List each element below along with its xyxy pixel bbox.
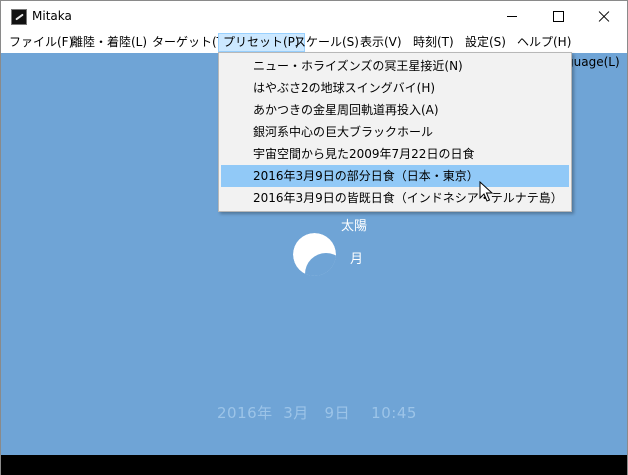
title-bar[interactable]: Mitaka	[1, 1, 627, 32]
preset-new-horizons-pluto[interactable]: ニュー・ホライズンズの冥王星接近(N)	[221, 55, 569, 77]
mitaka-app-icon	[11, 9, 27, 25]
sun-label: 太陽	[341, 219, 368, 234]
menu-settings[interactable]: 設定(S)	[461, 33, 510, 52]
menu-scale[interactable]: スケール(S)	[290, 33, 363, 52]
close-button[interactable]	[581, 1, 627, 32]
eclipse-disc	[293, 233, 336, 276]
maximize-button[interactable]	[535, 1, 581, 32]
preset-galactic-black-hole[interactable]: 銀河系中心の巨大ブラックホール	[221, 121, 569, 143]
window-title: Mitaka	[32, 9, 72, 23]
preset-dropdown-menu: ニュー・ホライズンズの冥王星接近(N) はやぶさ2の地球スイングバイ(H) あか…	[218, 52, 572, 212]
preset-2009-eclipse-from-space[interactable]: 宇宙空間から見た2009年7月22日の日食	[221, 143, 569, 165]
moon-label: 月	[350, 252, 364, 267]
minimize-button[interactable]	[489, 1, 535, 32]
preset-hayabusa2-swingby[interactable]: はやぶさ2の地球スイングバイ(H)	[221, 77, 569, 99]
preset-2016-partial-eclipse-tokyo[interactable]: 2016年3月9日の部分日食（日本・東京）	[221, 165, 569, 187]
menu-view[interactable]: 表示(V)	[356, 33, 406, 52]
bottom-bar	[1, 455, 627, 475]
minimize-icon	[507, 16, 517, 17]
menu-time[interactable]: 時刻(T)	[409, 33, 458, 52]
maximize-icon	[552, 11, 564, 22]
menu-language-partial[interactable]: guage(L)	[566, 55, 620, 69]
preset-2016-total-eclipse-ternate[interactable]: 2016年3月9日の皆既日食（インドネシア・テルナテ島）	[221, 187, 569, 209]
date-time-display: 2016年 3月 9日 10:45	[217, 404, 417, 422]
menu-takeoff-landing[interactable]: 離陸・着陸(L)	[67, 33, 151, 52]
menu-help[interactable]: ヘルプ(H)	[513, 33, 575, 52]
close-icon	[598, 11, 610, 23]
preset-akatsuki-venus-orbit[interactable]: あかつきの金星周回軌道再投入(A)	[221, 99, 569, 121]
mouse-cursor-icon	[479, 181, 493, 202]
menu-bar: ファイル(F) 離陸・着陸(L) ターゲット(T) プリセット(P) スケール(…	[1, 32, 627, 53]
app-window: Mitaka ファイル(F) 離陸・着陸(L) ターゲット(T) プリセット(P…	[0, 0, 628, 475]
